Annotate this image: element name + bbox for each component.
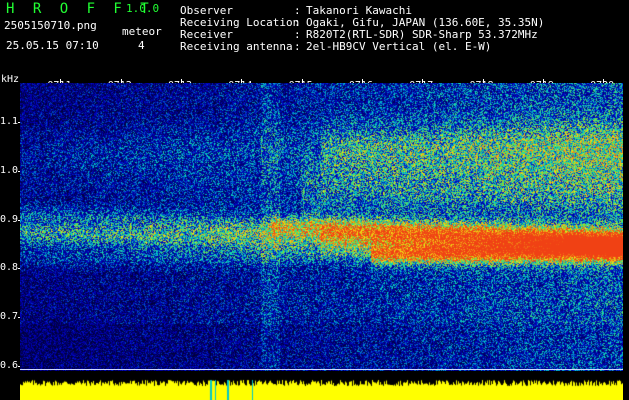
spectrogram-image: [20, 83, 623, 371]
info-value-antenna: 2el-HB9CV Vertical (el. E-W): [306, 40, 492, 53]
signal-level-bar: [20, 372, 623, 400]
info-value-receiver: R820T2(RTL-SDR) SDR-Sharp 53.372MHz: [306, 28, 538, 41]
y-tick-label: 0.8: [0, 262, 19, 274]
y-tick-label: 0.9: [0, 213, 19, 225]
file-name: 2505150710.png: [4, 19, 97, 32]
y-tick-label: 1.1: [0, 116, 19, 128]
y-tick-label: 0.6: [0, 360, 19, 372]
meteor-label: meteor: [122, 25, 162, 38]
info-separator: :: [294, 40, 301, 53]
y-axis-unit: kHz: [1, 74, 20, 85]
plot-baseline: [20, 369, 623, 370]
meteor-count: 4: [138, 39, 145, 52]
app-version: 1.0.0: [126, 2, 160, 15]
capture-datetime: 25.05.15 07:10: [6, 39, 99, 52]
info-separator: :: [294, 16, 301, 29]
y-tick-label: 1.0: [0, 164, 19, 176]
info-separator: :: [294, 28, 301, 41]
info-label-receiver: Receiver: [180, 28, 233, 41]
header-panel: H R O F F T 1.0.0 2505150710.png meteor …: [0, 0, 629, 76]
info-separator: :: [294, 4, 301, 17]
info-value-location: Ogaki, Gifu, JAPAN (136.60E, 35.35N): [306, 16, 545, 29]
info-value-observer: Takanori Kawachi: [306, 4, 412, 17]
spectrogram-plot: [20, 83, 623, 371]
y-tick-label: 0.7: [0, 311, 19, 323]
info-label-location: Receiving Location: [180, 16, 300, 29]
info-label-observer: Observer: [180, 4, 233, 17]
info-label-antenna: Receiving antenna: [180, 40, 293, 53]
